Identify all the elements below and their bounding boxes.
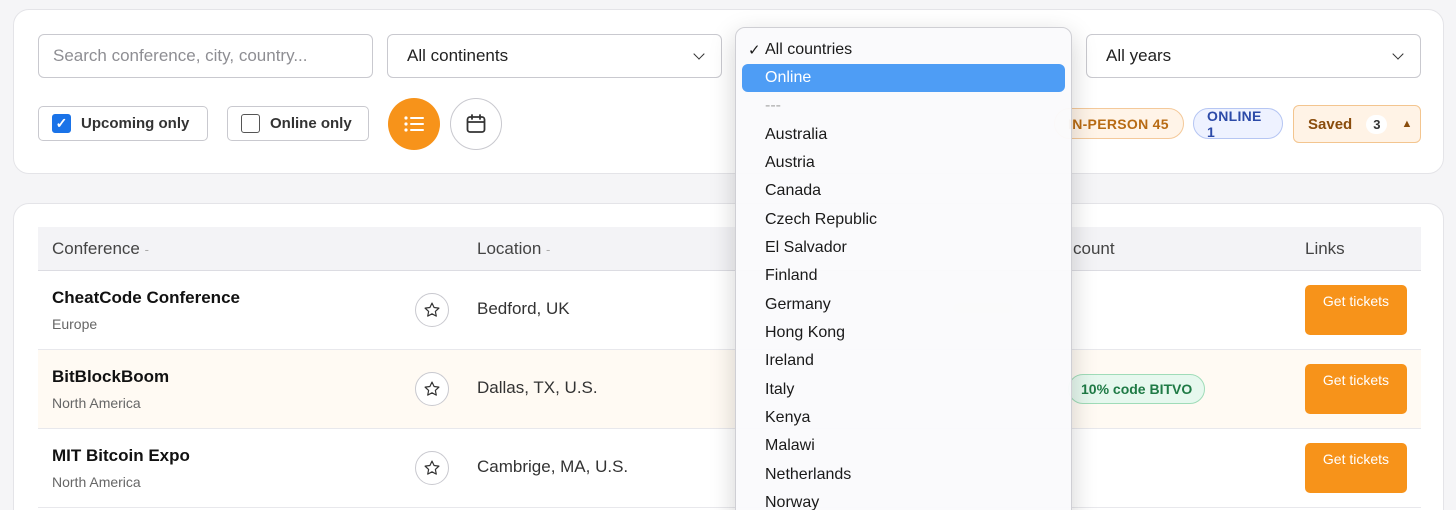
upcoming-only-label: Upcoming only xyxy=(81,115,190,132)
search-input[interactable]: Search conference, city, country... xyxy=(38,34,373,78)
conference-region: North America xyxy=(52,395,141,411)
header-location[interactable]: Location - xyxy=(477,239,550,259)
save-star-button[interactable] xyxy=(415,372,449,406)
header-discount: count xyxy=(1073,239,1115,258)
get-tickets-button[interactable]: Get tickets xyxy=(1305,285,1407,335)
online-count-badge[interactable]: ONLINE 1 xyxy=(1193,108,1283,140)
conference-table: Conference - Location - count Links Chea… xyxy=(13,203,1444,510)
country-option[interactable]: Hong Kong xyxy=(742,319,1065,347)
conference-region: North America xyxy=(52,474,141,490)
save-star-button[interactable] xyxy=(415,293,449,327)
star-icon xyxy=(424,381,440,396)
conference-location: Bedford, UK xyxy=(477,299,570,318)
get-tickets-button[interactable]: Get tickets xyxy=(1305,364,1407,414)
sort-indicator: - xyxy=(144,242,149,257)
conference-name[interactable]: CheatCode Conference xyxy=(52,288,240,308)
country-option[interactable]: Canada xyxy=(742,177,1065,205)
chevron-down-icon xyxy=(693,48,705,60)
table-header: Conference - Location - count Links xyxy=(38,227,1421,271)
search-placeholder: Search conference, city, country... xyxy=(53,46,308,65)
checkbox-unchecked-icon[interactable] xyxy=(241,114,260,133)
get-tickets-button[interactable]: Get tickets xyxy=(1305,443,1407,493)
conference-location: Cambrige, MA, U.S. xyxy=(477,457,629,476)
upcoming-only-toggle[interactable]: ✓ Upcoming only xyxy=(38,106,208,141)
country-option[interactable]: Norway xyxy=(742,489,1065,510)
online-only-toggle[interactable]: Online only xyxy=(227,106,369,141)
header-links: Links xyxy=(1305,239,1345,258)
country-option[interactable]: Australia xyxy=(742,121,1065,149)
table-row: MIT Bitcoin Expo North America Cambrige,… xyxy=(38,429,1421,508)
country-option[interactable]: Finland xyxy=(742,262,1065,290)
country-option[interactable]: Czech Republic xyxy=(742,206,1065,234)
header-conference-label: Conference xyxy=(52,239,140,258)
chevron-down-icon xyxy=(1392,48,1404,60)
list-view-button[interactable] xyxy=(388,98,440,150)
table-row: CheatCode Conference Europe Bedford, UK … xyxy=(38,271,1421,350)
conference-location: Dallas, TX, U.S. xyxy=(477,378,598,397)
table-row: BitBlockBoom North America Dallas, TX, U… xyxy=(38,350,1421,429)
saved-button[interactable]: Saved 3 ▲ xyxy=(1293,105,1421,143)
year-select[interactable]: All years xyxy=(1086,34,1421,78)
continent-select-value: All continents xyxy=(407,46,509,65)
saved-count-badge: 3 xyxy=(1366,114,1388,134)
country-option[interactable]: Online xyxy=(742,64,1065,92)
year-select-value: All years xyxy=(1106,46,1172,65)
header-location-label: Location xyxy=(477,239,542,258)
country-option[interactable]: Kenya xyxy=(742,404,1065,432)
star-icon xyxy=(424,460,440,475)
country-select-dropdown[interactable]: All countries Online --- Australia Austr… xyxy=(735,27,1072,510)
chevron-up-icon: ▲ xyxy=(1401,118,1413,130)
country-option[interactable]: Italy xyxy=(742,376,1065,404)
conference-name[interactable]: MIT Bitcoin Expo xyxy=(52,446,190,466)
country-option[interactable]: Malawi xyxy=(742,432,1065,460)
country-option[interactable]: Austria xyxy=(742,149,1065,177)
country-option[interactable]: El Salvador xyxy=(742,234,1065,262)
save-star-button[interactable] xyxy=(415,451,449,485)
online-only-label: Online only xyxy=(270,115,352,132)
filter-panel: Search conference, city, country... All … xyxy=(13,9,1444,174)
calendar-view-button[interactable] xyxy=(450,98,502,150)
discount-badge: 10% code BITVO xyxy=(1068,374,1206,404)
country-option-separator: --- xyxy=(765,97,781,114)
saved-label: Saved xyxy=(1308,115,1353,133)
checkbox-checked-icon[interactable]: ✓ xyxy=(52,114,71,133)
country-option[interactable]: Germany xyxy=(742,291,1065,319)
calendar-icon xyxy=(466,114,486,133)
conference-name[interactable]: BitBlockBoom xyxy=(52,367,169,387)
header-conference[interactable]: Conference - xyxy=(52,239,149,259)
in-person-count-badge[interactable]: IN-PERSON 45 xyxy=(1054,108,1184,139)
country-option[interactable]: All countries xyxy=(742,36,1065,64)
sort-indicator: - xyxy=(546,242,551,257)
conference-region: Europe xyxy=(52,316,98,332)
continent-select[interactable]: All continents xyxy=(387,34,722,78)
country-option[interactable]: Netherlands xyxy=(742,461,1065,489)
list-icon xyxy=(404,116,424,132)
star-icon xyxy=(424,302,440,317)
country-option[interactable]: Ireland xyxy=(742,347,1065,375)
